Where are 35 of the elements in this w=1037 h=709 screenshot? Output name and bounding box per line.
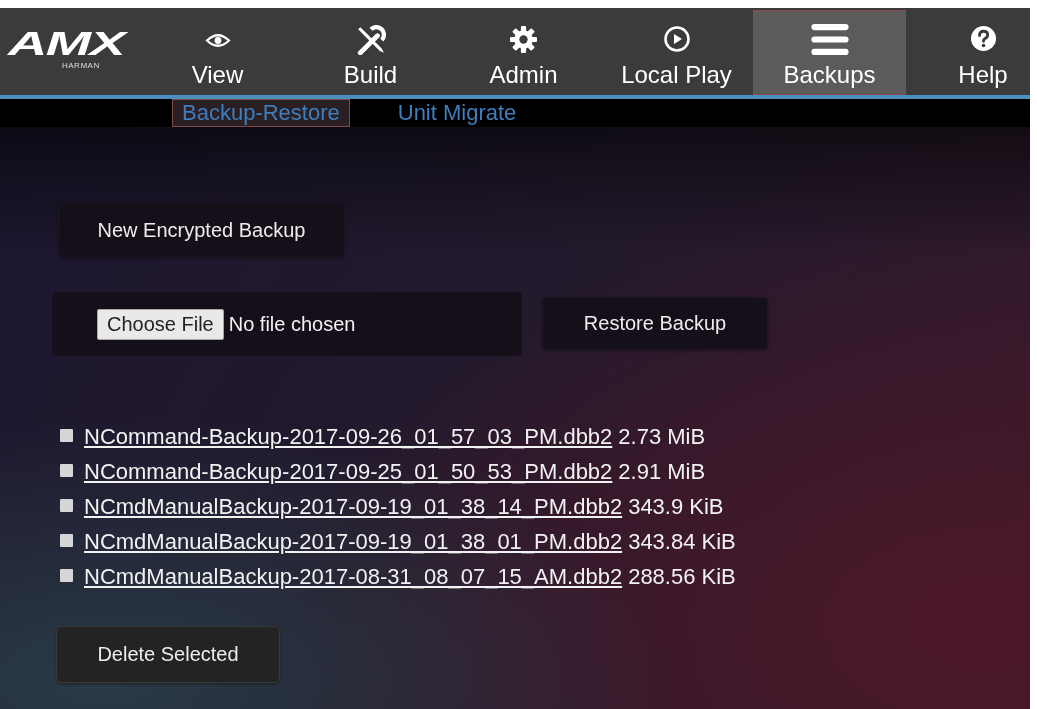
sub-tab[interactable]: Unit Migrate: [387, 99, 527, 127]
file-size-text: 2.91 MiB: [618, 459, 706, 485]
file-size-text: 343.9 KiB: [628, 494, 724, 520]
menu-icon: [810, 24, 849, 55]
file-size-text: 2.73 MiB: [618, 424, 706, 450]
checkbox[interactable]: [60, 568, 73, 582]
file-size-text: 343.84 KiB: [628, 529, 736, 555]
sub-tab[interactable]: Backup-Restore: [172, 99, 350, 127]
backup-file-link[interactable]: NCmdManualBackup-2017-09-19_01_38_14_PM.dbb2: [84, 494, 623, 520]
wrench-screwdriver-icon: [355, 25, 386, 55]
restore-backup-button[interactable]: Restore Backup: [542, 297, 768, 350]
nav-tab[interactable]: View: [141, 10, 294, 95]
nav-tab[interactable]: Build: [294, 10, 447, 95]
help-icon: [970, 26, 996, 51]
backup-file-link[interactable]: NCmdManualBackup-2017-09-19_01_38_01_PM.dbb2: [84, 529, 623, 555]
checkbox[interactable]: [60, 463, 73, 477]
amx-logo: AMX HARMAN: [6, 23, 128, 72]
nav-tab[interactable]: Help: [906, 10, 1030, 95]
nav-tab[interactable]: Backups: [753, 10, 906, 95]
nav-tab[interactable]: Admin: [447, 10, 600, 95]
new-backup-button[interactable]: New Encrypted Backup: [58, 203, 345, 258]
backup-file-link[interactable]: NCmdManualBackup-2017-08-31_08_07_15_AM.dbb2: [84, 564, 623, 590]
backup-file-link[interactable]: NCommand-Backup-2017-09-25_01_50_53_PM.dbb2: [84, 459, 613, 485]
file-upload-field[interactable]: Choose File No file chosen: [52, 292, 522, 356]
choose-file-button[interactable]: Choose File: [97, 308, 224, 340]
checkbox[interactable]: [60, 533, 73, 547]
eye-icon: [204, 34, 231, 47]
checkbox[interactable]: [60, 498, 73, 512]
nav-tab[interactable]: Local Play: [600, 10, 753, 95]
checkbox[interactable]: [60, 428, 73, 442]
play-circle-icon: [663, 26, 690, 52]
file-size-text: 288.56 KiB: [628, 564, 736, 590]
delete-selected-button[interactable]: Delete Selected: [56, 626, 280, 683]
backup-file-link[interactable]: NCommand-Backup-2017-09-26_01_57_03_PM.dbb2: [84, 424, 613, 450]
file-status-text: No file chosen: [228, 312, 356, 336]
